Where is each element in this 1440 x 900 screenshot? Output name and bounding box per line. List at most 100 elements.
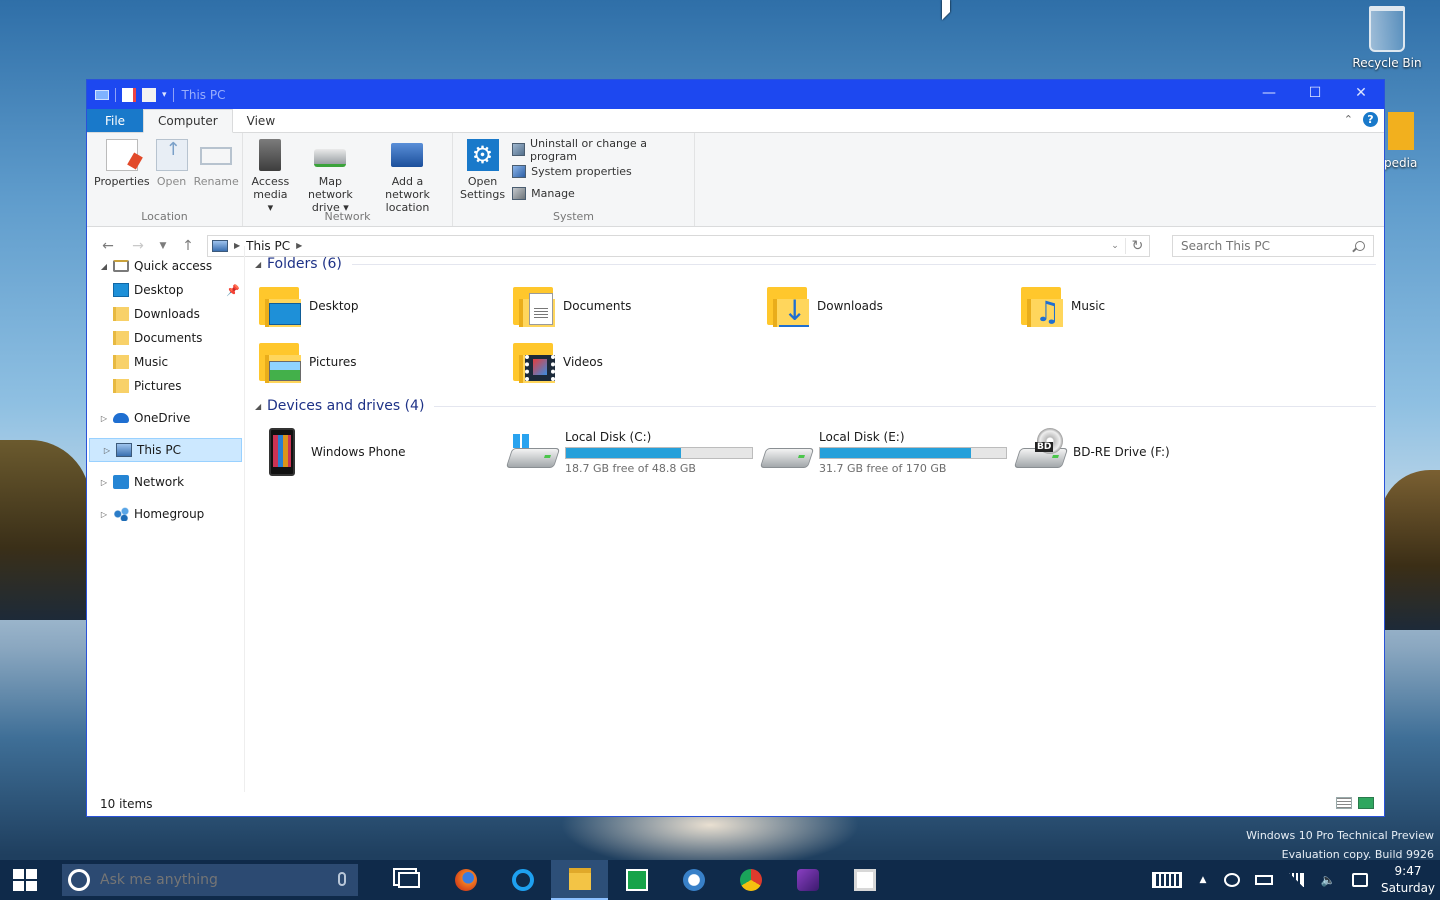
uninstall-program-button[interactable]: Uninstall or change a program: [512, 137, 682, 163]
details-view-icon[interactable]: [1336, 797, 1352, 809]
folder-desktop[interactable]: Desktop: [255, 278, 509, 334]
system-drive-icon: [505, 428, 561, 476]
pin-icon[interactable]: 📌: [226, 284, 240, 297]
this-pc-icon[interactable]: [95, 89, 109, 100]
device-windows-phone[interactable]: Windows Phone: [255, 420, 509, 484]
drive-info: Local Disk (E:) 31.7 GB free of 170 GB: [819, 430, 1007, 475]
taskbar-app-purple[interactable]: [779, 860, 836, 900]
network-drive-icon: [314, 149, 347, 167]
drive-name: Windows Phone: [311, 445, 406, 459]
tray-volume[interactable]: 🔈: [1312, 860, 1344, 900]
tray-action-center-app[interactable]: [1216, 860, 1248, 900]
qat-dropdown-icon[interactable]: ▾: [162, 90, 167, 100]
open-settings-label-1: Open: [467, 175, 498, 188]
cortana-search-box[interactable]: [62, 864, 358, 896]
taskbar-firefox[interactable]: [437, 860, 494, 900]
view-toggle: [1336, 797, 1374, 809]
taskbar-task-view[interactable]: [380, 860, 437, 900]
expanded-triangle-icon[interactable]: ◢: [255, 402, 267, 411]
taskbar-clock[interactable]: 9:47 Saturday: [1376, 863, 1440, 897]
nav-pictures[interactable]: Pictures: [87, 374, 244, 398]
nav-onedrive-label: OneDrive: [134, 411, 191, 425]
properties-qat-icon[interactable]: [122, 87, 136, 102]
desktop-folder-icon: [113, 283, 129, 297]
manage-button[interactable]: Manage: [512, 185, 682, 202]
folder-name: Downloads: [817, 299, 883, 313]
tab-view[interactable]: View: [233, 109, 289, 132]
downloads-folder-icon: [113, 307, 129, 321]
ribbon-group-label: System: [552, 210, 595, 223]
nav-downloads[interactable]: Downloads: [87, 302, 244, 326]
task-view-icon: [397, 872, 420, 888]
taskbar: ▲ 🔈 9:47 Saturday: [0, 860, 1440, 900]
nav-this-pc-label: This PC: [137, 443, 181, 457]
show-hidden-icons-chevron-icon[interactable]: ▲: [1190, 875, 1216, 885]
new-folder-qat-icon[interactable]: [142, 87, 156, 102]
touch-keyboard-icon[interactable]: [1152, 872, 1182, 888]
drive-usage-fill: [820, 447, 972, 458]
taskbar-chrome[interactable]: [722, 860, 779, 900]
cortana-icon: [68, 869, 90, 891]
tab-file[interactable]: File: [87, 109, 143, 132]
open-label: Open: [156, 175, 187, 188]
taskbar-internet-explorer[interactable]: [494, 860, 551, 900]
folder-documents[interactable]: Documents: [509, 278, 763, 334]
system-properties-button[interactable]: System properties: [512, 163, 682, 180]
title-bar[interactable]: ▾ This PC — ☐ ✕: [87, 80, 1384, 109]
section-divider: [434, 405, 1376, 407]
start-button[interactable]: [0, 860, 50, 900]
drive-local-e[interactable]: Local Disk (E:) 31.7 GB free of 170 GB: [759, 420, 1017, 484]
nav-network[interactable]: ▷ Network: [87, 470, 244, 494]
pictures-folder-icon: [113, 379, 129, 393]
folder-downloads[interactable]: ↓ Downloads: [763, 278, 1017, 334]
folder-pictures[interactable]: Pictures: [255, 334, 509, 390]
maximize-button[interactable]: ☐: [1292, 80, 1338, 106]
collapsed-triangle-icon[interactable]: ▷: [95, 510, 113, 519]
nav-onedrive[interactable]: ▷ OneDrive: [87, 406, 244, 430]
status-bar: 10 items: [87, 792, 1384, 816]
folder-videos[interactable]: Videos: [509, 334, 763, 390]
minimize-button[interactable]: —: [1246, 80, 1292, 106]
tray-power[interactable]: [1248, 860, 1280, 900]
desktop-recycle-bin[interactable]: Recycle Bin: [1350, 6, 1424, 70]
large-icons-view-icon[interactable]: [1358, 797, 1374, 809]
nav-quick-access[interactable]: ◢ Quick access: [87, 254, 244, 278]
tray-notifications[interactable]: [1344, 860, 1376, 900]
drive-bd-re-f[interactable]: BD BD-RE Drive (F:): [1013, 420, 1271, 484]
folders-section-header[interactable]: ◢ Folders (6): [255, 250, 1376, 278]
nav-music[interactable]: Music: [87, 350, 244, 374]
file-explorer-icon: [568, 868, 591, 890]
internet-explorer-icon: [511, 869, 534, 891]
drive-local-c[interactable]: Local Disk (C:) 18.7 GB free of 48.8 GB: [505, 420, 763, 484]
expanded-triangle-icon[interactable]: ◢: [255, 260, 267, 269]
minimize-ribbon-chevron-icon[interactable]: ⌃: [1344, 113, 1353, 126]
collapsed-triangle-icon[interactable]: ▷: [95, 478, 113, 487]
folder-music[interactable]: ♫ Music: [1017, 278, 1271, 334]
tab-computer[interactable]: Computer: [143, 109, 233, 133]
collapsed-triangle-icon[interactable]: ▷: [95, 414, 113, 423]
expanded-triangle-icon[interactable]: ◢: [95, 262, 113, 271]
nav-homegroup[interactable]: ▷ Homegroup: [87, 502, 244, 526]
help-icon[interactable]: ?: [1363, 112, 1378, 127]
taskbar-app-cloud[interactable]: [665, 860, 722, 900]
drives-section-header[interactable]: ◢ Devices and drives (4): [255, 392, 1376, 420]
taskbar-store[interactable]: [608, 860, 665, 900]
nav-documents[interactable]: Documents: [87, 326, 244, 350]
nav-this-pc[interactable]: ▷ This PC: [89, 438, 242, 462]
network-icon: [113, 475, 129, 489]
nav-desktop[interactable]: Desktop 📌: [87, 278, 244, 302]
cortana-search-input[interactable]: [100, 872, 320, 888]
wallpaper-shore-left: [0, 440, 90, 620]
tray-network[interactable]: [1280, 860, 1312, 900]
network-signal-icon: [1288, 873, 1304, 887]
microphone-icon[interactable]: [338, 872, 346, 886]
manage-label: Manage: [531, 187, 575, 200]
quick-access-star-icon: [113, 260, 129, 272]
recycle-bin-label: Recycle Bin: [1352, 56, 1422, 70]
close-button[interactable]: ✕: [1338, 80, 1384, 106]
taskbar-app-white[interactable]: [836, 860, 893, 900]
taskbar-file-explorer[interactable]: [551, 860, 608, 900]
cloud-app-icon: [682, 869, 705, 891]
desktop-pedia-shortcut[interactable]: pedia: [1384, 112, 1440, 170]
collapsed-triangle-icon[interactable]: ▷: [98, 446, 116, 455]
